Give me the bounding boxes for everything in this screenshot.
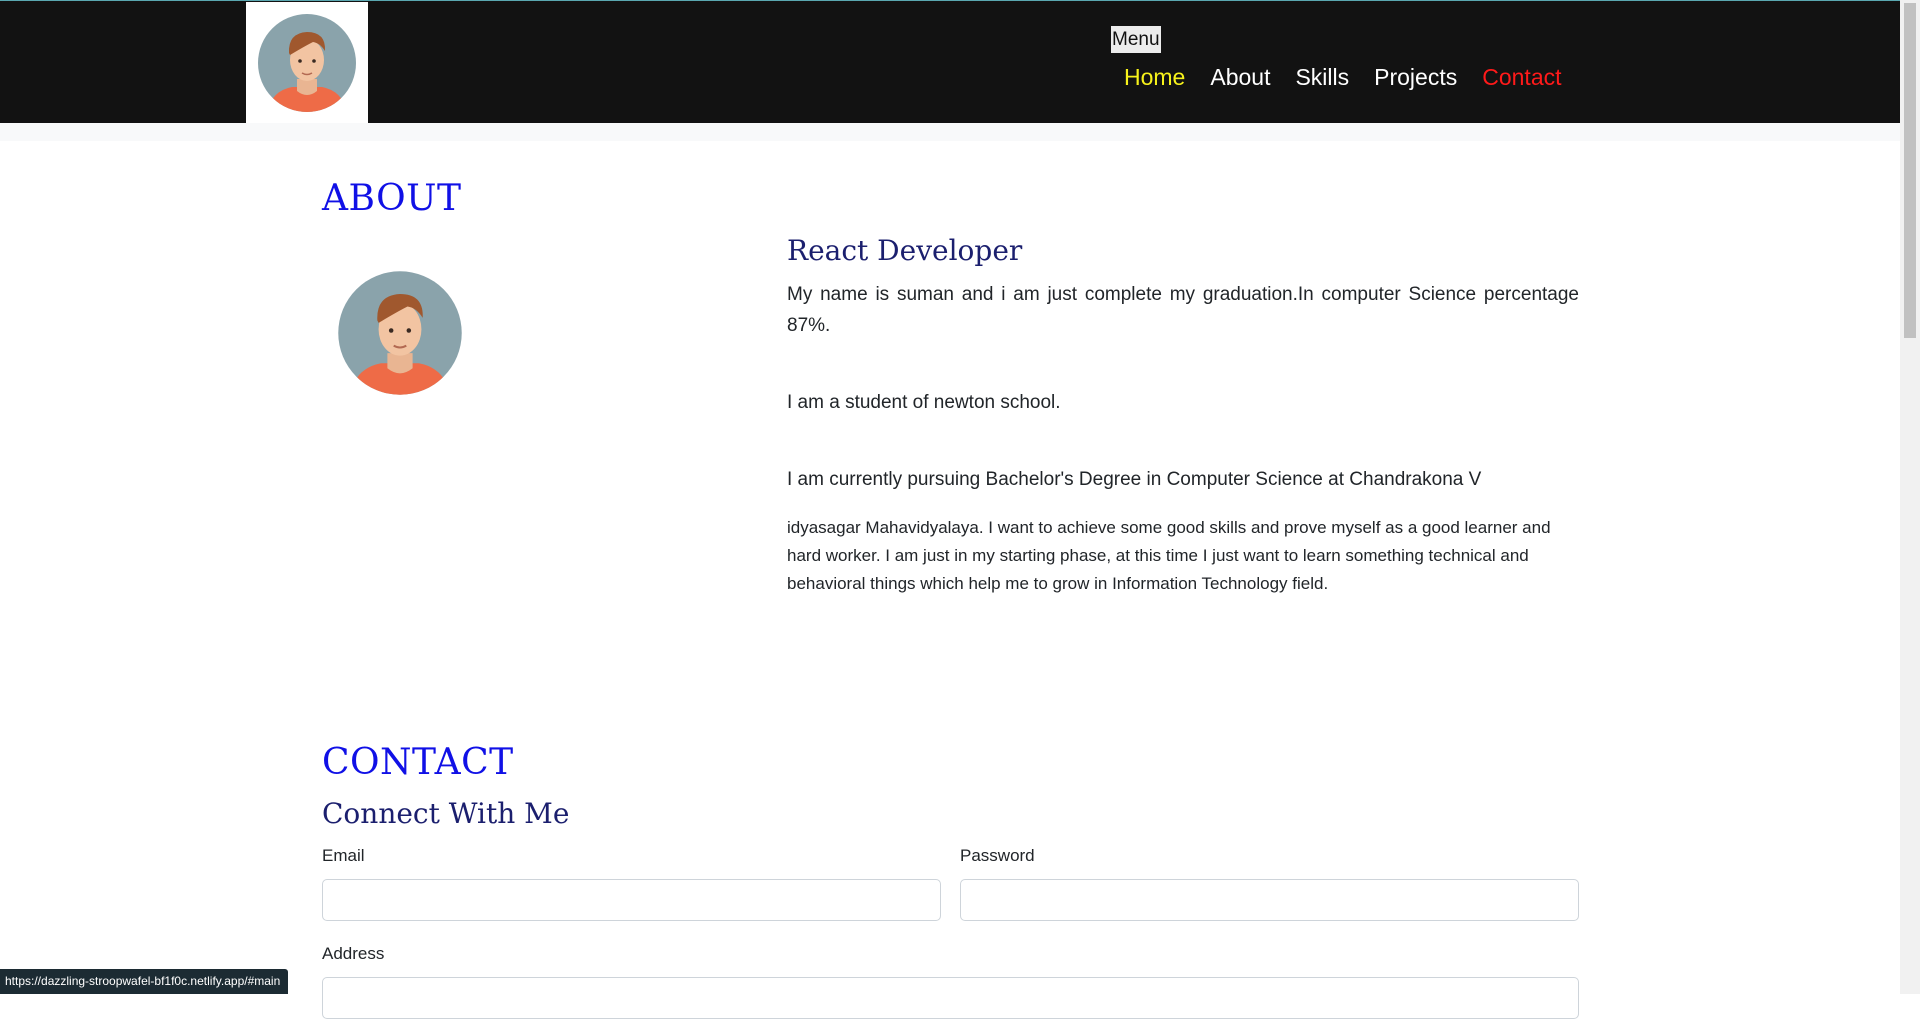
address-label: Address (322, 944, 385, 963)
about-paragraph-degree: I am currently pursuing Bachelor's Degre… (787, 469, 1482, 490)
nav-link-contact[interactable]: Contact (1482, 61, 1561, 93)
nav-link-projects[interactable]: Projects (1374, 61, 1457, 93)
avatar-icon (258, 14, 356, 112)
logo[interactable] (246, 2, 368, 124)
top-navbar: Menu Home About Skills Projects Contact (0, 0, 1900, 124)
about-paragraph-school: I am a student of newton school. (787, 392, 1061, 413)
nav-link-about[interactable]: About (1210, 61, 1270, 93)
main-nav: Home About Skills Projects Contact (1124, 61, 1562, 93)
scrollbar-thumb[interactable] (1904, 3, 1916, 338)
vertical-scrollbar[interactable] (1900, 0, 1920, 994)
nav-link-home[interactable]: Home (1124, 61, 1185, 93)
password-field[interactable] (960, 879, 1579, 921)
about-paragraph-goals: idyasagar Mahavidyalaya. I want to achie… (787, 518, 1551, 593)
avatar-icon (338, 271, 462, 395)
about-paragraph-graduation: My name is suman and i am just complete … (787, 284, 1579, 336)
contact-subheading: Connect With Me (322, 797, 570, 830)
email-label: Email (322, 846, 365, 865)
header-divider-strip (0, 123, 1900, 141)
nav-link-skills[interactable]: Skills (1295, 61, 1349, 93)
password-label: Password (960, 846, 1035, 865)
address-field[interactable] (322, 977, 1579, 1019)
email-field[interactable] (322, 879, 941, 921)
about-heading: ABOUT (322, 178, 462, 219)
role-title: React Developer (787, 234, 1023, 267)
contact-heading: CONTACT (322, 742, 514, 783)
status-bar-url: https://dazzling-stroopwafel-bf1f0c.netl… (0, 969, 289, 994)
menu-button[interactable]: Menu (1111, 26, 1161, 53)
